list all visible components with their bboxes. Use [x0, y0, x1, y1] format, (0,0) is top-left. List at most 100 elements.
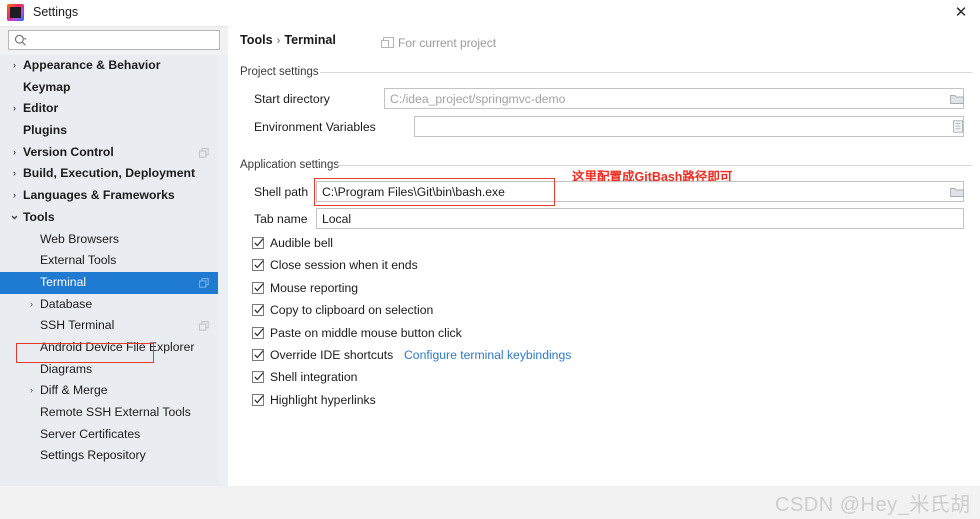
checkbox-label: Highlight hyperlinks [270, 392, 376, 407]
copy-settings-icon [199, 321, 209, 331]
sidebar-item-android-device-file-explorer[interactable]: Android Device File Explorer [0, 337, 218, 359]
checkmark-icon [254, 305, 264, 314]
checkmark-icon [254, 238, 264, 247]
window-title: Settings [33, 5, 79, 19]
project-settings-group-label: Project settings [240, 66, 319, 78]
environment-variables-label: Environment Variables [254, 120, 376, 134]
search-icon [14, 34, 27, 46]
checkbox-label: Paste on middle mouse button click [270, 325, 462, 340]
sidebar-item-label: Tools [23, 209, 55, 224]
sidebar-item-settings-repository[interactable]: Settings Repository [0, 445, 218, 467]
settings-tree[interactable]: › Appearance & Behavior Keymap › Editor Plugi… [0, 55, 228, 489]
sidebar-item-ssh-terminal[interactable]: SSH Terminal [0, 315, 218, 337]
copy-settings-icon [199, 277, 209, 288]
sidebar-item-label: Plugins [23, 123, 68, 138]
sidebar-item-label: Server Certificates [40, 426, 141, 441]
checkbox-label: Copy to clipboard on selection [270, 303, 434, 318]
sidebar-scrollbar-track[interactable] [218, 55, 228, 489]
sidebar-item-database[interactable]: › Database [0, 294, 218, 316]
checkbox-paste-on-middle-mouse-button-click[interactable] [252, 326, 264, 339]
breadcrumb-parent[interactable]: Tools [240, 33, 273, 47]
settings-content-panel: Tools › Terminal For current project Proje… [228, 26, 980, 486]
checkmark-icon [254, 327, 264, 337]
sidebar-item-label: Database [40, 296, 93, 311]
sidebar-item-web-browsers[interactable]: Web Browsers [0, 229, 218, 251]
sidebar-item-diff-merge[interactable]: › Diff & Merge [0, 380, 218, 402]
chevron-right-icon[interactable]: › [9, 142, 20, 164]
sidebar-item-label: Build, Execution, Deployment [23, 166, 195, 181]
sidebar-item-appearance-behavior[interactable]: › Appearance & Behavior [0, 55, 218, 77]
checkbox-highlight-hyperlinks[interactable] [252, 393, 264, 406]
sidebar-item-server-certificates[interactable]: Server Certificates [0, 424, 218, 446]
sidebar-item-version-control[interactable]: › Version Control [0, 142, 218, 164]
chevron-right-icon[interactable]: › [9, 163, 20, 185]
start-directory-browse-icon[interactable] [950, 93, 964, 105]
configure-terminal-keybindings-link[interactable]: Configure terminal keybindings [404, 346, 571, 365]
close-icon[interactable]: ✕ [950, 3, 972, 23]
checkbox-label: Close session when it ends [270, 258, 418, 273]
checkmark-icon [254, 350, 264, 359]
search-input[interactable] [33, 31, 219, 51]
environment-variables-input[interactable] [414, 116, 964, 137]
copy-settings-icon [381, 37, 394, 48]
sidebar-item-build-execution-deployment[interactable]: › Build, Execution, Deployment [0, 163, 218, 185]
for-current-project-label: For current project [398, 36, 497, 50]
sidebar-item-label: Diagrams [40, 361, 93, 376]
sidebar-item-remote-ssh-external-tools[interactable]: Remote SSH External Tools [0, 402, 218, 424]
checkbox-audible-bell[interactable] [252, 237, 264, 249]
checkmark-icon [254, 395, 264, 404]
breadcrumb: Tools › Terminal [240, 33, 336, 47]
checkbox-mouse-reporting[interactable] [252, 281, 264, 294]
checkmark-icon [254, 260, 264, 269]
sidebar-item-label: External Tools [40, 253, 117, 268]
sidebar-item-label: Appearance & Behavior [23, 58, 161, 72]
tab-name-input[interactable] [316, 208, 964, 229]
checkbox-override-ide-shortcuts[interactable] [252, 349, 264, 361]
sidebar-item-label: Terminal [40, 274, 87, 289]
sidebar-item-label: Remote SSH External Tools [40, 405, 191, 419]
shell-path-browse-icon[interactable] [950, 186, 964, 198]
sidebar-item-label: Web Browsers [40, 231, 120, 246]
checkbox-label: Audible bell [270, 236, 334, 250]
checkmark-icon [254, 372, 264, 381]
sidebar-item-label: SSH Terminal [40, 318, 115, 333]
checkbox-label: Mouse reporting [270, 280, 359, 295]
sidebar-item-languages-frameworks[interactable]: › Languages & Frameworks [0, 185, 218, 207]
checkbox-close-session-when-it-ends[interactable] [252, 259, 264, 272]
sidebar-item-keymap[interactable]: Keymap [0, 77, 218, 99]
chevron-right-icon[interactable]: › [9, 185, 20, 207]
sidebar-item-tools[interactable]: ⌄ Tools [0, 207, 218, 229]
application-settings-group-label: Application settings [240, 159, 340, 171]
checkbox-shell-integration[interactable] [252, 371, 264, 384]
sidebar-item-label: Settings Repository [40, 448, 146, 463]
sidebar-item-label: Diff & Merge [40, 383, 108, 398]
start-directory-label: Start directory [254, 92, 330, 106]
sidebar-item-terminal[interactable]: Terminal [0, 271, 218, 294]
checkbox-copy-to-clipboard-on-selection[interactable] [252, 304, 264, 317]
chevron-right-icon[interactable]: › [9, 98, 20, 120]
sidebar-item-plugins[interactable]: Plugins [0, 120, 218, 142]
for-current-project-indicator: For current project [381, 36, 497, 50]
sidebar-item-external-tools[interactable]: External Tools [0, 250, 218, 272]
start-directory-input[interactable] [384, 88, 964, 109]
chevron-right-icon[interactable]: › [26, 380, 37, 402]
sidebar-item-label: Android Device File Explorer [40, 339, 195, 354]
sidebar-item-label: Version Control [23, 144, 114, 159]
checkmark-icon [254, 283, 264, 292]
copy-settings-icon [199, 147, 209, 158]
intellij-idea-logo-icon [7, 4, 24, 21]
sidebar-item-label: Editor [23, 101, 59, 116]
chevron-right-icon[interactable]: › [9, 55, 20, 77]
chevron-down-icon[interactable]: ⌄ [9, 207, 20, 224]
breadcrumb-current: Terminal [284, 33, 336, 47]
search-box[interactable] [8, 30, 220, 51]
settings-dialog: Settings ✕ › Appearance & Behavior Keymap ›… [0, 0, 980, 519]
sidebar-item-diagrams[interactable]: Diagrams [0, 359, 218, 381]
project-settings-divider [320, 72, 972, 73]
sidebar-item-editor[interactable]: › Editor [0, 98, 218, 120]
breadcrumb-separator-icon: › [276, 35, 281, 47]
environment-variables-list-icon[interactable] [951, 120, 965, 133]
shell-path-input[interactable] [316, 181, 964, 202]
sidebar-item-label: Languages & Frameworks [23, 188, 175, 203]
chevron-right-icon[interactable]: › [26, 294, 37, 316]
